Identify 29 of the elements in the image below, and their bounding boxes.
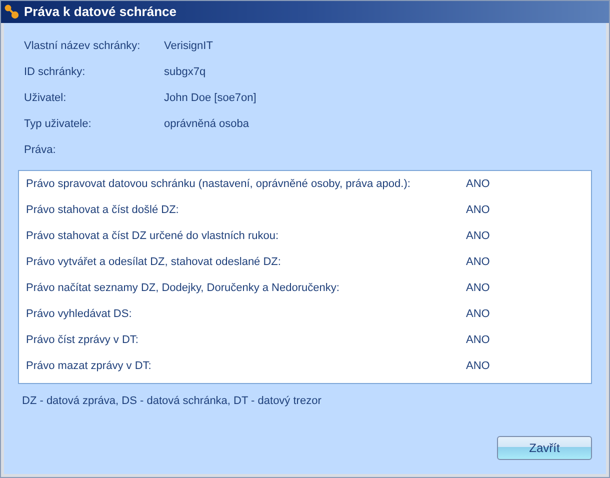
legend-text: DZ - datová zpráva, DS - datová schránka, DT - datový trezor: [22, 395, 322, 407]
field-label: Vlastní název schránky:: [24, 40, 140, 52]
right-name: Právo vytvářet a odesílat DZ, stahovat odeslané DZ:: [26, 256, 281, 268]
close-button[interactable]: Zavřít: [497, 436, 592, 460]
right-value: ANO: [466, 281, 490, 296]
field-label: Uživatel:: [24, 92, 66, 104]
field-value: John Doe [soe7on]: [164, 91, 256, 106]
right-value: ANO: [466, 229, 490, 244]
field-value: oprávněná osoba: [164, 117, 250, 132]
right-value: ANO: [466, 203, 490, 218]
right-name: Právo vyhledávat DS:: [26, 308, 132, 320]
window-title: Práva k datové schránce: [24, 3, 176, 22]
right-value: ANO: [466, 255, 490, 270]
right-value: ANO: [466, 333, 490, 348]
right-name: Právo spravovat datovou schránku (nastavení, oprávněné osoby, práva apod.):: [26, 178, 410, 190]
right-value: ANO: [466, 359, 490, 374]
right-name: Právo stahovat a číst DZ určené do vlastních rukou:: [26, 230, 279, 242]
field-value: subgx7q: [164, 65, 206, 80]
field-label: Práva:: [24, 143, 56, 158]
right-name: Právo stahovat a číst došlé DZ:: [26, 204, 179, 216]
right-name: Právo číst zprávy v DT:: [26, 334, 138, 346]
field-value: VerisignIT: [164, 39, 213, 54]
right-value: ANO: [466, 307, 490, 322]
field-label: ID schránky:: [24, 66, 86, 78]
right-name: Právo načítat seznamy DZ, Dodejky, Doručenky a Nedoručenky:: [26, 282, 340, 294]
right-value: ANO: [466, 177, 490, 192]
app-icon: [4, 4, 20, 20]
field-label: Typ uživatele:: [24, 118, 92, 130]
right-name: Právo mazat zprávy v DT:: [26, 360, 152, 372]
